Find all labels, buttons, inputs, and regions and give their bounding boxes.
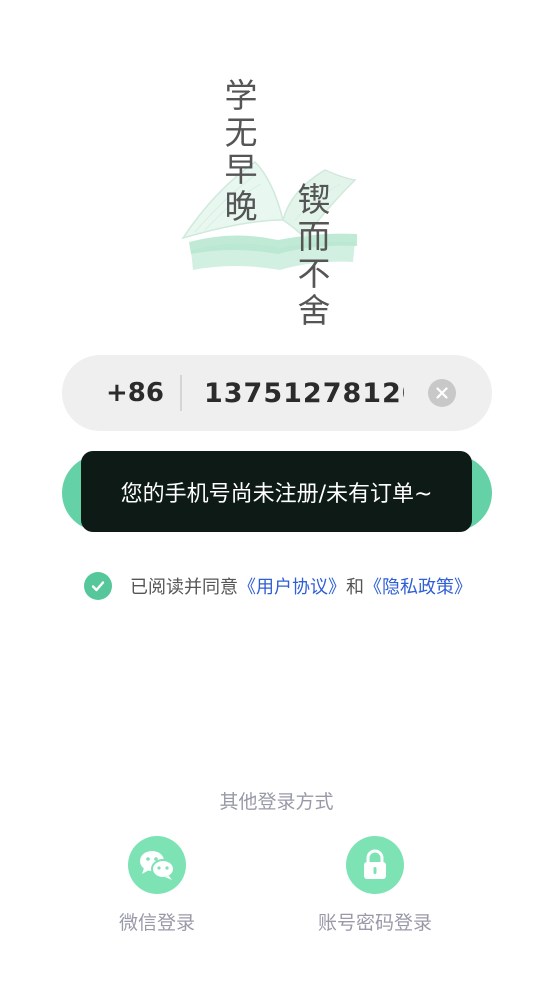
- wechat-login-label: 微信登录: [118, 912, 195, 934]
- other-login-title: 其他登录方式: [219, 791, 334, 813]
- divider: [179, 375, 182, 411]
- phone-number-input[interactable]: 13751278120: [204, 378, 404, 409]
- check-icon: [91, 581, 105, 592]
- agreement-and: 和: [346, 577, 364, 598]
- privacy-policy-link[interactable]: 《隐私政策》: [364, 573, 472, 599]
- account-login-button[interactable]: [346, 836, 404, 894]
- hero-illustration: 学无早晚 锲而不舍: [175, 70, 375, 360]
- slogan-left: 学无早晚: [219, 78, 258, 226]
- user-agreement-link[interactable]: 《用户协议》: [238, 573, 346, 599]
- account-login-option[interactable]: 账号密码登录: [275, 836, 475, 935]
- toast-message: 您的手机号尚未注册/未有订单~: [81, 451, 472, 532]
- agreement-row: 已阅读并同意 《用户协议》 和 《隐私政策》: [84, 572, 472, 600]
- open-book-icon: [181, 161, 357, 270]
- country-code-selector[interactable]: +86: [106, 378, 164, 408]
- phone-input-row: +86 13751278120: [62, 355, 492, 431]
- agreement-text: 已阅读并同意: [130, 577, 238, 598]
- agreement-checkbox[interactable]: [84, 572, 112, 600]
- login-page: 学无早晚 锲而不舍 +86 13751278120 您的手机号尚未注册/未有订单…: [0, 0, 553, 983]
- account-login-label: 账号密码登录: [317, 912, 432, 934]
- wechat-icon: [140, 851, 175, 880]
- close-icon: [436, 387, 448, 399]
- lock-icon: [364, 849, 386, 879]
- wechat-login-option[interactable]: 微信登录: [57, 836, 257, 935]
- slogan-right: 锲而不舍: [292, 182, 331, 330]
- wechat-login-button[interactable]: [128, 836, 186, 894]
- clear-input-button[interactable]: [428, 379, 456, 407]
